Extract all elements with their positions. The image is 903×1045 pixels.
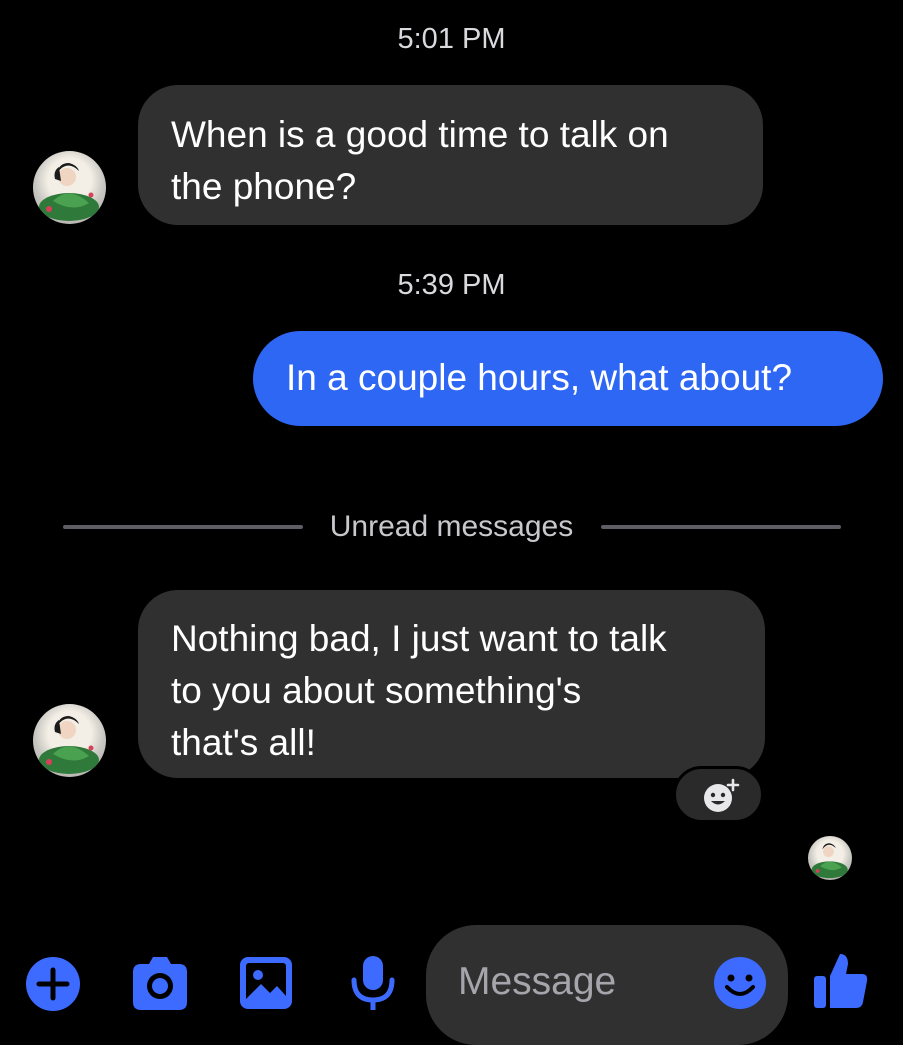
camera-button[interactable] (129, 954, 191, 1010)
contact-avatar[interactable] (33, 704, 106, 777)
emoji-icon[interactable] (712, 955, 768, 1011)
outgoing-message-bubble[interactable]: In a couple hours, what about? (253, 331, 883, 426)
contact-avatar[interactable] (33, 151, 106, 224)
message-line: Nothing bad, I just want to talk (171, 618, 667, 659)
microphone-icon (351, 956, 395, 1010)
message-line: When is a good time to talk on (171, 114, 669, 155)
timestamp: 5:39 PM (397, 269, 506, 301)
camera-icon (133, 957, 187, 1010)
message-line: that's all! (171, 722, 316, 763)
message-line: to you about something's (171, 670, 582, 711)
microphone-button[interactable] (348, 954, 398, 1010)
incoming-message-bubble[interactable]: Nothing bad, I just want to talk to you … (138, 590, 765, 778)
plus-button[interactable] (23, 954, 83, 1011)
plus-icon (26, 957, 80, 1011)
divider-line-right (601, 525, 841, 529)
add-reaction-icon (704, 778, 740, 812)
like-button[interactable] (812, 950, 870, 1008)
gallery-icon (240, 957, 292, 1009)
message-text: In a couple hours, what about? (286, 357, 793, 398)
thumbs-up-icon (814, 954, 868, 1008)
message-line: the phone? (171, 166, 357, 207)
message-input[interactable] (456, 951, 700, 1013)
incoming-message-bubble[interactable]: When is a good time to talk on the phone… (138, 85, 763, 225)
add-reaction-button[interactable] (673, 766, 764, 823)
gallery-button[interactable] (237, 954, 295, 1009)
message-input-container[interactable] (426, 925, 788, 1045)
seen-avatar (808, 836, 852, 880)
timestamp: 5:01 PM (397, 23, 506, 55)
